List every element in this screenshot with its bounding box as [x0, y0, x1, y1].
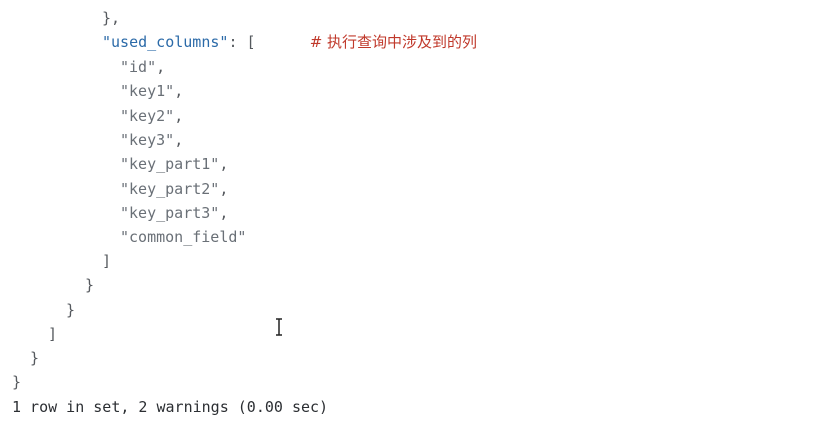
json-punctuation: }, — [102, 9, 121, 27]
result-summary-line: 1 row in set, 2 warnings (0.00 sec) — [12, 397, 328, 417]
json-punctuation — [256, 33, 310, 51]
json-string: "key_part2" — [120, 180, 220, 198]
json-punctuation: , — [156, 58, 166, 76]
json-punctuation: , — [219, 180, 229, 198]
code-line: "key_part1", — [120, 154, 228, 174]
json-punctuation: , — [174, 82, 184, 100]
status-text: 1 row in set, 2 warnings (0.00 sec) — [12, 398, 329, 416]
json-punctuation: } — [66, 301, 76, 319]
json-punctuation: } — [12, 373, 22, 391]
json-string: "key_part3" — [120, 204, 220, 222]
code-line: "used_columns": [ # 执行查询中涉及到的列 — [102, 32, 477, 52]
code-line: "key2", — [120, 106, 183, 126]
json-string: "id" — [120, 58, 157, 76]
code-line: "key1", — [120, 81, 183, 101]
code-comment: # 执行查询中涉及到的列 — [309, 33, 478, 51]
json-punctuation: } — [85, 276, 95, 294]
json-punctuation: , — [174, 131, 184, 149]
json-punctuation: ] — [102, 252, 112, 270]
code-line: ] — [48, 324, 57, 344]
json-string: "common_field" — [120, 228, 247, 246]
code-line: "key3", — [120, 130, 183, 150]
code-line: } — [12, 372, 21, 392]
json-string: "key2" — [120, 107, 175, 125]
terminal-output: }, "used_columns": [ # 执行查询中涉及到的列 "id", "ke… — [0, 0, 821, 424]
code-line: "key_part3", — [120, 203, 228, 223]
cut-off-top-line — [0, 0, 821, 6]
json-punctuation: , — [219, 155, 229, 173]
json-punctuation: : [ — [228, 33, 256, 51]
json-punctuation: ] — [48, 325, 58, 343]
json-punctuation: , — [174, 107, 184, 125]
code-line: ] — [102, 251, 111, 271]
code-line: "common_field" — [120, 227, 246, 247]
code-line: } — [66, 300, 75, 320]
json-key: "used_columns" — [102, 33, 229, 51]
code-line: }, — [102, 8, 120, 28]
json-string: "key1" — [120, 82, 175, 100]
json-string: "key3" — [120, 131, 175, 149]
text-cursor-icon — [276, 318, 282, 336]
json-string: "key_part1" — [120, 155, 220, 173]
code-line: "id", — [120, 57, 165, 77]
json-punctuation: } — [30, 349, 40, 367]
code-line: "key_part2", — [120, 179, 228, 199]
json-punctuation: , — [219, 204, 229, 222]
code-line: } — [85, 275, 94, 295]
code-line: } — [30, 348, 39, 368]
